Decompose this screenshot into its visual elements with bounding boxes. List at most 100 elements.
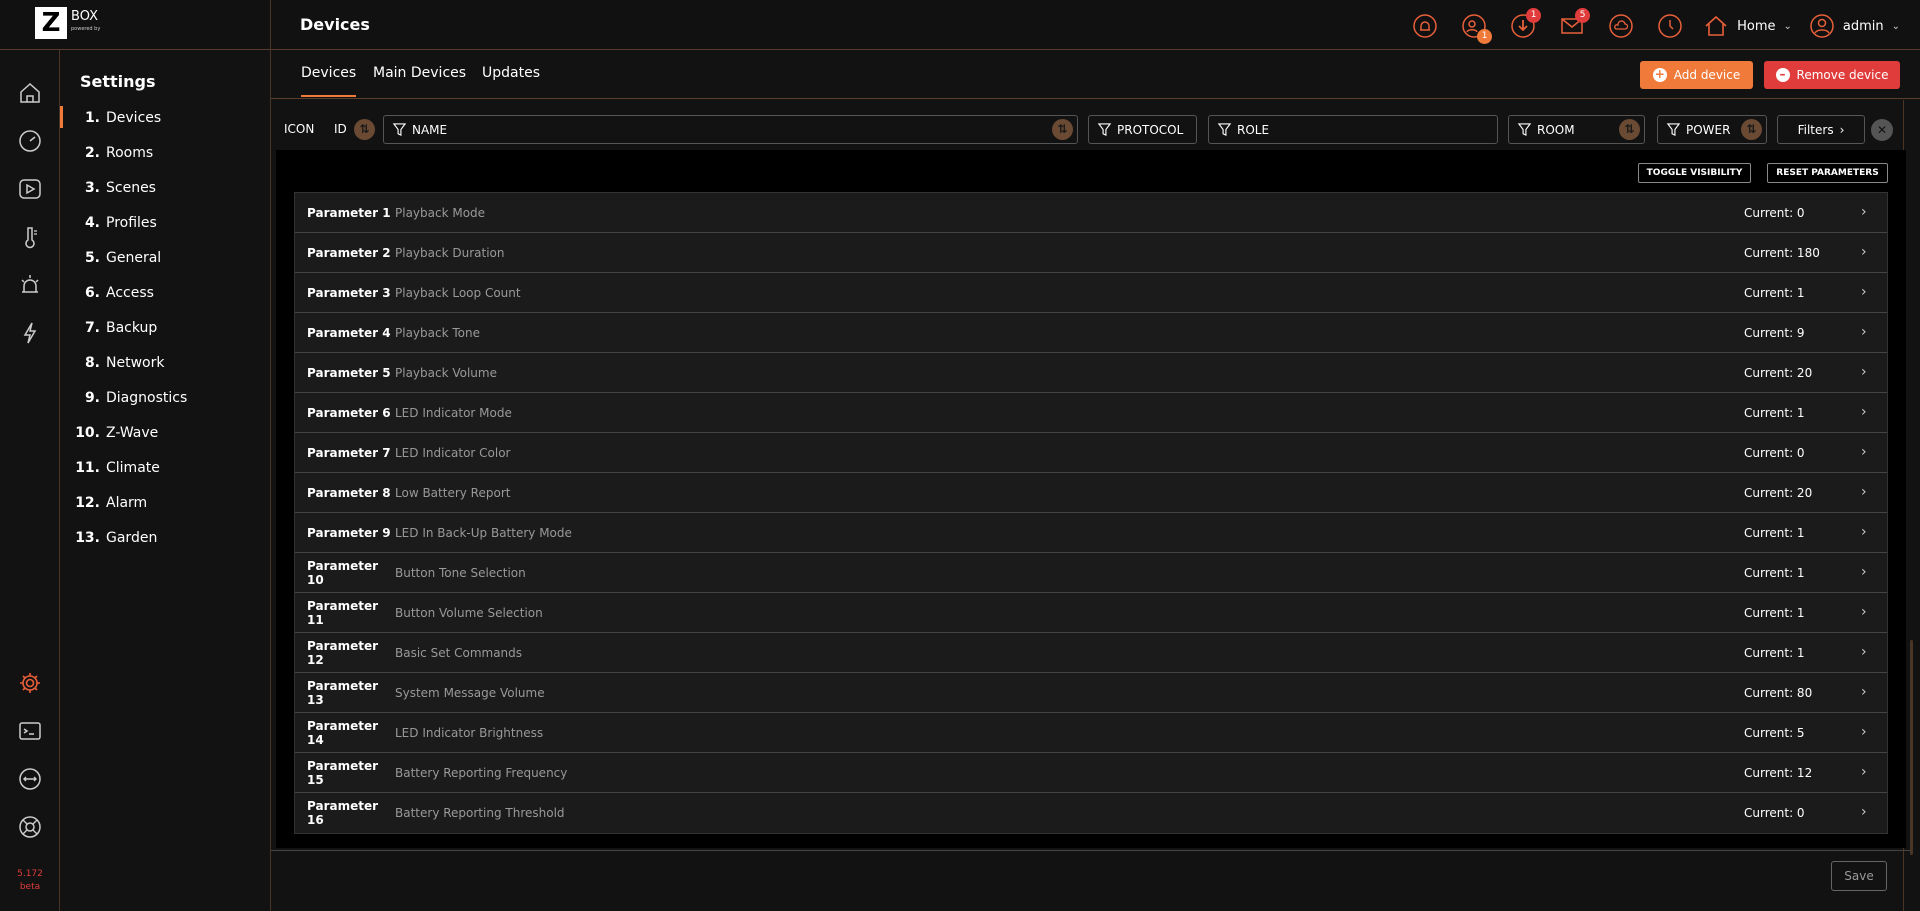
page-title: Devices <box>300 15 370 34</box>
tab-main-devices[interactable]: Main Devices <box>373 65 466 95</box>
dashboard-icon[interactable] <box>17 128 43 154</box>
tab-devices[interactable]: Devices <box>301 65 357 97</box>
sort-name-icon[interactable]: ⇅ <box>1052 119 1073 140</box>
mail-icon[interactable]: 5 <box>1556 8 1591 42</box>
chevron-right-icon: › <box>1861 564 1867 580</box>
filters-button[interactable]: Filters › <box>1777 115 1865 144</box>
user-menu[interactable]: admin ⌄ <box>1809 13 1900 39</box>
add-device-button[interactable]: + Add device <box>1640 61 1753 89</box>
settings-item-zwave[interactable]: 10. Z-Wave <box>60 418 270 448</box>
parameter-row[interactable]: Parameter 14 LED Indicator Brightness Curr… <box>295 713 1887 753</box>
terminal-icon[interactable] <box>17 718 43 744</box>
filter-icon <box>1666 123 1681 137</box>
room-filter[interactable]: ROOM ⇅ <box>1508 115 1645 144</box>
filter-icon <box>1517 123 1532 137</box>
settings-item-devices[interactable]: 1. Devices <box>60 103 270 133</box>
chevron-right-icon: › <box>1861 444 1867 460</box>
clear-filters-icon[interactable]: ✕ <box>1871 119 1893 141</box>
chevron-right-icon: › <box>1861 484 1867 500</box>
role-filter[interactable]: ROLE <box>1208 115 1498 144</box>
sort-power-icon[interactable]: ⇅ <box>1741 119 1762 140</box>
power-filter-label: POWER <box>1686 122 1731 137</box>
thermometer-icon[interactable] <box>17 224 43 250</box>
sort-room-icon[interactable]: ⇅ <box>1619 119 1640 140</box>
settings-gear-icon[interactable] <box>17 670 43 696</box>
room-filter-label: ROOM <box>1537 122 1575 137</box>
left-nav <box>0 50 59 911</box>
home-icon <box>1705 15 1727 36</box>
parameter-row[interactable]: Parameter 2 Playback Duration Current: 180… <box>295 233 1887 273</box>
help-icon[interactable] <box>17 814 43 840</box>
settings-title: Settings <box>80 72 156 91</box>
reset-parameters-button[interactable]: RESET PARAMETERS <box>1767 163 1888 183</box>
scrollbar[interactable] <box>1910 640 1913 855</box>
settings-item-backup[interactable]: 7. Backup <box>60 313 270 343</box>
chevron-right-icon: › <box>1861 324 1867 340</box>
chevron-down-icon: ⌄ <box>1783 20 1792 32</box>
energy-icon[interactable] <box>17 320 43 346</box>
protocol-filter[interactable]: PROTOCOL <box>1088 115 1197 144</box>
parameter-row[interactable]: Parameter 4 Playback Tone Current: 9 › <box>295 313 1887 353</box>
settings-item-network[interactable]: 8. Network <box>60 348 270 378</box>
version-tag: beta <box>19 882 41 892</box>
parameter-row[interactable]: Parameter 9 LED In Back-Up Battery Mode Cu… <box>295 513 1887 553</box>
chevron-right-icon: › <box>1861 404 1867 420</box>
media-icon[interactable] <box>17 176 43 202</box>
power-filter[interactable]: POWER ⇅ <box>1657 115 1767 144</box>
chevron-right-icon: › <box>1861 244 1867 260</box>
mail-badge: 5 <box>1575 8 1591 23</box>
range-icon[interactable] <box>17 766 43 792</box>
parameter-row[interactable]: Parameter 7 LED Indicator Color Current: 0… <box>295 433 1887 473</box>
alarm-light-icon[interactable] <box>1409 10 1441 42</box>
settings-item-general[interactable]: 5. General <box>60 243 270 273</box>
settings-item-diagnostics[interactable]: 9. Diagnostics <box>60 383 270 413</box>
id-column-label[interactable]: ID <box>334 122 347 136</box>
home-icon[interactable] <box>17 80 43 106</box>
users-icon[interactable]: 1 <box>1458 10 1493 44</box>
chevron-right-icon: › <box>1861 204 1867 220</box>
settings-item-climate[interactable]: 11. Climate <box>60 453 270 483</box>
logo-letter: Z <box>35 7 67 39</box>
settings-menu: Settings 1. Devices 2. Rooms 3. Scenes 4. Pr… <box>60 50 270 911</box>
parameter-row[interactable]: Parameter 16 Battery Reporting Threshold C… <box>295 793 1887 833</box>
parameter-row[interactable]: Parameter 8 Low Battery Report Current: 20… <box>295 473 1887 513</box>
name-filter[interactable]: NAME ⇅ <box>383 115 1078 144</box>
plus-icon: + <box>1652 67 1667 82</box>
zbox-logo[interactable]: Z BOX powered by <box>35 7 110 39</box>
role-filter-label: ROLE <box>1237 122 1270 137</box>
alarm-icon[interactable] <box>17 272 43 298</box>
chevron-right-icon: › <box>1839 122 1845 137</box>
save-button[interactable]: Save <box>1831 861 1887 891</box>
parameter-row[interactable]: Parameter 1 Playback Mode Current: 0 › <box>295 193 1887 233</box>
parameter-row[interactable]: Parameter 11 Button Volume Selection Curre… <box>295 593 1887 633</box>
top-bar: Z BOX powered by Devices 1 1 5 Home ⌄ ad… <box>0 0 1920 50</box>
weather-icon[interactable] <box>1605 10 1637 42</box>
clock-icon[interactable] <box>1654 10 1686 42</box>
minus-icon: – <box>1775 68 1790 82</box>
settings-item-scenes[interactable]: 3. Scenes <box>60 173 270 203</box>
parameters-panel: TOGGLE VISIBILITY RESET PARAMETERS Param… <box>276 150 1906 848</box>
tab-updates[interactable]: Updates <box>482 65 540 95</box>
toggle-visibility-button[interactable]: TOGGLE VISIBILITY <box>1638 163 1751 183</box>
filter-icon <box>1217 123 1232 137</box>
settings-item-profiles[interactable]: 4. Profiles <box>60 208 270 238</box>
chevron-right-icon: › <box>1861 644 1867 660</box>
remove-device-button[interactable]: – Remove device <box>1764 61 1900 89</box>
settings-item-alarm[interactable]: 12. Alarm <box>60 488 270 518</box>
parameter-row[interactable]: Parameter 15 Battery Reporting Frequency C… <box>295 753 1887 793</box>
download-icon[interactable]: 1 <box>1507 8 1542 42</box>
settings-item-garden[interactable]: 13. Garden <box>60 523 270 553</box>
header-icons: 1 1 5 Home ⌄ admin ⌄ <box>1409 8 1900 44</box>
parameter-row[interactable]: Parameter 10 Button Tone Selection Current… <box>295 553 1887 593</box>
chevron-right-icon: › <box>1861 684 1867 700</box>
parameter-row[interactable]: Parameter 12 Basic Set Commands Current: 1… <box>295 633 1887 673</box>
parameter-row[interactable]: Parameter 5 Playback Volume Current: 20 › <box>295 353 1887 393</box>
version-label: 5.172 beta <box>10 868 50 894</box>
settings-item-rooms[interactable]: 2. Rooms <box>60 138 270 168</box>
sort-id-icon[interactable]: ⇅ <box>354 119 375 140</box>
parameter-row[interactable]: Parameter 13 System Message Volume Current… <box>295 673 1887 713</box>
home-selector[interactable]: Home ⌄ <box>1703 13 1792 39</box>
settings-item-access[interactable]: 6. Access <box>60 278 270 308</box>
parameter-row[interactable]: Parameter 6 LED Indicator Mode Current: 1 › <box>295 393 1887 433</box>
parameter-row[interactable]: Parameter 3 Playback Loop Count Current: 1… <box>295 273 1887 313</box>
